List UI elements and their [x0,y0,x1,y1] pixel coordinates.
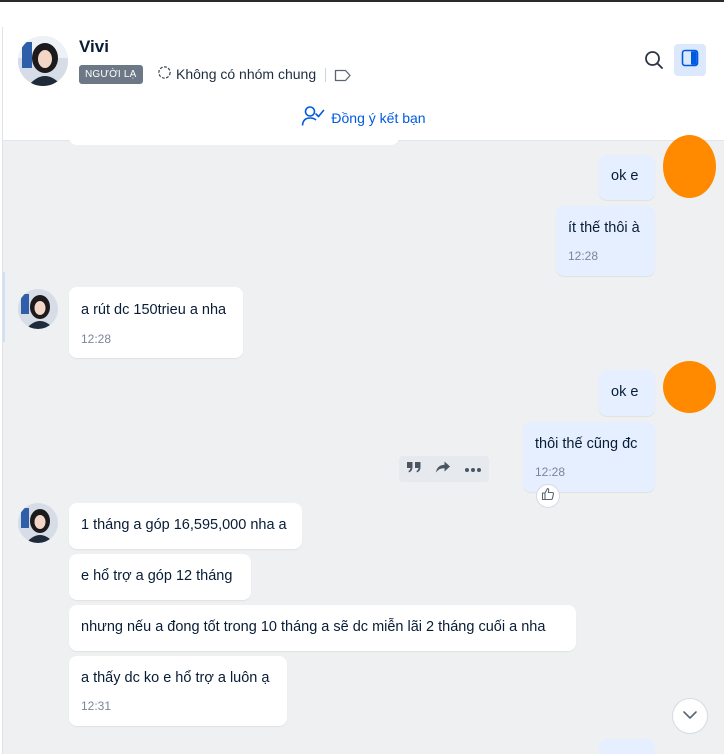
mutual-groups-label: Không có nhóm chung [176,66,317,82]
message-text: 1 tháng a góp 16,595,000 nha a [81,517,287,533]
sender-avatar[interactable] [18,503,58,543]
message-bubble-outgoing[interactable]: thôi thế cũng đc 12:28 [523,422,655,492]
message-bubble-incoming[interactable]: a thấy dc ko e hổ trợ a luôn ạ 12:31 [69,656,287,726]
message-text: nhưng nếu a đong tốt trong 10 tháng a sẽ… [81,619,546,635]
forward-icon[interactable] [435,460,451,479]
redaction-mark [663,135,716,198]
message-bubble-incoming[interactable]: 1 tháng a góp 16,595,000 nha a [69,503,302,549]
accept-friend-label: Đồng ý kết bạn [331,109,426,126]
message-bubble-outgoing[interactable]: ok e [599,370,655,416]
message-text: a thấy dc ko e hổ trợ a luôn ạ [81,670,270,686]
message-time: 12:28 [535,465,566,479]
sender-avatar[interactable] [18,289,58,329]
search-icon [643,51,665,75]
message-time: 12:31 [81,699,112,713]
redaction-mark [663,361,716,413]
scroll-to-bottom-button[interactable] [672,698,708,734]
message-actions [399,456,489,482]
message-text: ít thế thôi à [568,220,640,236]
message-bubble-outgoing[interactable]: ok e [599,155,655,200]
search-button[interactable] [643,49,665,71]
message-bubble-partial [599,739,655,754]
sidebar-toggle-icon [681,49,699,72]
mutual-groups[interactable]: Không có nhóm chung [157,65,316,83]
message-text: a rút dc 150trieu a nha [81,302,227,318]
tag-icon[interactable] [334,69,352,87]
message-text: e hổ trợ a góp 12 tháng [81,568,233,584]
message-time: 12:28 [568,249,599,263]
chevron-down-icon [682,707,698,725]
unread-marker [3,272,5,342]
stranger-badge: NGƯỜI LẠ [79,65,143,84]
react-button[interactable] [536,484,560,508]
quote-icon[interactable] [406,460,422,479]
message-bubble-incoming[interactable]: a rút dc 150trieu a nha 12:28 [69,287,243,358]
group-circle-icon [157,65,172,83]
message-text: thôi thế cũng đc [535,436,638,452]
window-top-border [0,0,724,2]
message-text: ok e [611,168,639,184]
chat-header: Vivi NGƯỜI LẠ Không có nhóm chung [3,27,724,96]
more-icon[interactable] [464,460,482,478]
message-bubble-incoming[interactable]: e hổ trợ a góp 12 tháng [69,554,251,600]
user-check-icon [301,105,325,130]
header-divider [325,68,326,82]
message-time: 12:28 [81,332,112,346]
message-bubble-outgoing[interactable]: ít thế thôi à 12:28 [556,206,655,276]
thumbs-up-icon [541,487,555,506]
message-text: ok e [611,384,639,400]
toggle-info-panel-button[interactable] [674,44,706,76]
chat-window: Vivi NGƯỜI LẠ Không có nhóm chung Đồng ý… [2,27,724,754]
message-bubble-partial [69,131,399,145]
contact-name[interactable]: Vivi [79,37,109,57]
message-bubble-incoming[interactable]: nhưng nếu a đong tốt trong 10 tháng a sẽ… [69,605,576,651]
contact-avatar[interactable] [18,36,68,86]
